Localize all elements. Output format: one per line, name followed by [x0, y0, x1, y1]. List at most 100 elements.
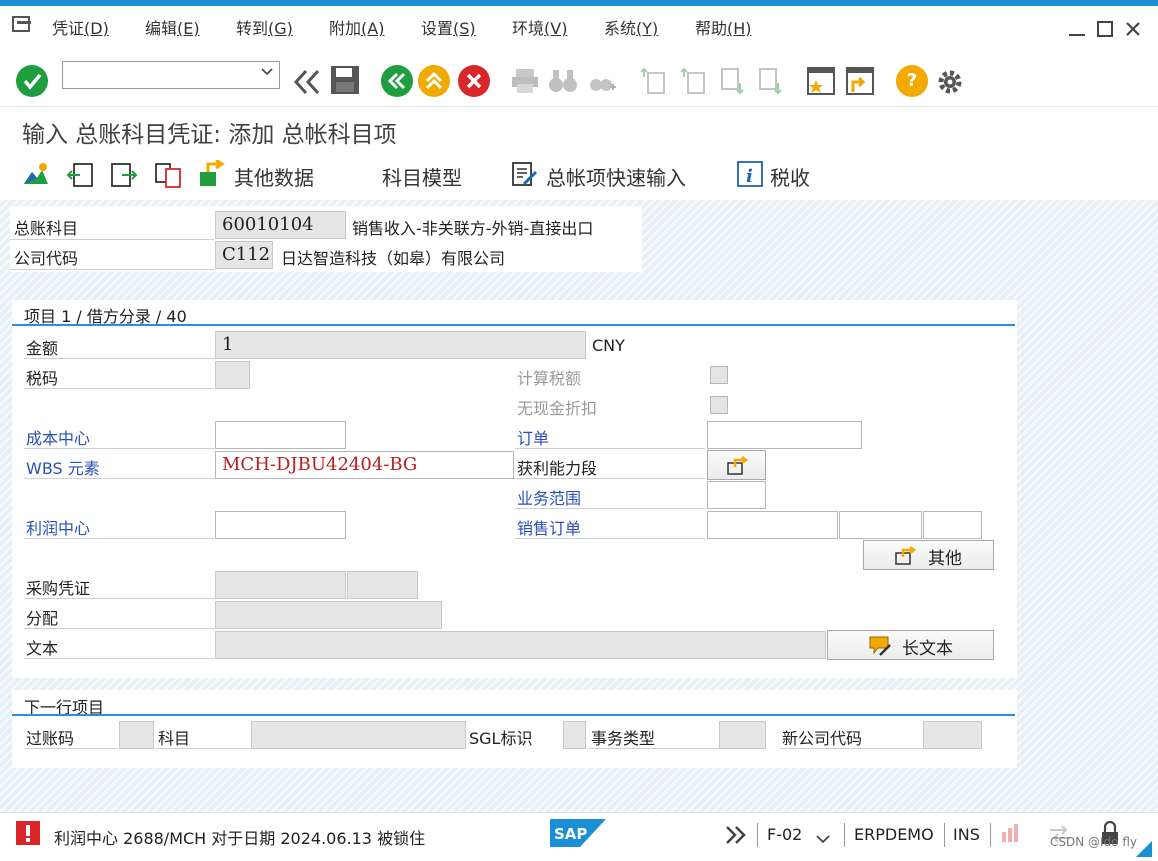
menu-environment[interactable]: 环境(V): [512, 15, 567, 39]
divider: [24, 388, 214, 389]
long-text-icon: [868, 635, 892, 662]
divider: [24, 478, 214, 479]
minimize-icon[interactable]: [1068, 20, 1086, 43]
purchase-doc-field: [215, 571, 346, 599]
profit-center-label[interactable]: 利润中心: [26, 515, 90, 539]
currency-label: CNY: [592, 336, 625, 355]
divider: [10, 239, 214, 240]
gl-account-description: 销售收入-非关联方-外销-直接出口: [352, 219, 594, 238]
wbs-element-label[interactable]: WBS 元素: [26, 455, 100, 479]
text-label: 文本: [26, 639, 59, 658]
previous-item-icon[interactable]: [66, 162, 94, 192]
divider: [24, 358, 214, 359]
sales-order-schedule-field[interactable]: [923, 511, 982, 539]
sales-order-field[interactable]: [707, 511, 838, 539]
menu-system[interactable]: 系统(Y): [604, 15, 658, 39]
menu-settings[interactable]: 设置(S): [421, 15, 476, 39]
amount-field[interactable]: 1: [215, 331, 586, 359]
purchase-doc-item-field: [347, 571, 418, 599]
profitability-segment-button[interactable]: [707, 450, 766, 480]
resize-grip-icon[interactable]: [1136, 841, 1152, 861]
transaction-code[interactable]: F-02: [767, 825, 802, 844]
cancel-icon[interactable]: [458, 65, 490, 97]
menu-help[interactable]: 帮助(H): [695, 15, 752, 39]
status-message[interactable]: 利润中心 2688/MCH 对于日期 2024.06.13 被锁住: [54, 825, 425, 849]
menu-goto[interactable]: 转到(G): [236, 15, 293, 39]
tax-button[interactable]: 税收: [770, 162, 810, 191]
find-binoculars-icon: [548, 67, 580, 99]
section-divider: [12, 714, 1015, 716]
exit-icon[interactable]: [418, 65, 450, 97]
save-icon[interactable]: [330, 65, 362, 97]
cost-center-label[interactable]: 成本中心: [26, 425, 90, 449]
gl-fast-entry-button[interactable]: 总帐项快速输入: [546, 162, 686, 191]
account-model-button[interactable]: 科目模型: [382, 162, 462, 191]
order-field[interactable]: [707, 421, 862, 449]
profitability-segment-label: 获利能力段: [517, 459, 598, 478]
last-page-icon: [756, 67, 788, 99]
system-toolbar: ?: [0, 52, 1158, 106]
close-window-icon[interactable]: [1124, 20, 1142, 43]
long-text-button[interactable]: 长文本: [827, 630, 994, 660]
back-icon[interactable]: [381, 65, 413, 97]
sales-order-label[interactable]: 销售订单: [517, 515, 581, 539]
wbs-element-field[interactable]: MCH-DJBU42404-BG: [215, 451, 514, 479]
command-field[interactable]: [62, 61, 280, 89]
display-change-icon[interactable]: [22, 162, 50, 192]
help-icon[interactable]: ?: [896, 65, 928, 97]
menu-icon[interactable]: [12, 14, 34, 38]
new-company-code-field[interactable]: [923, 721, 982, 749]
company-code-description: 日达智造科技（如皋）有限公司: [281, 249, 506, 268]
divider: [24, 598, 214, 599]
chevron-down-icon[interactable]: [261, 65, 273, 81]
company-code-field: C112: [215, 241, 273, 269]
sales-order-item-field[interactable]: [839, 511, 922, 539]
business-area-label[interactable]: 业务范围: [517, 485, 581, 509]
profit-center-field[interactable]: [215, 511, 346, 539]
goto-arrow-icon: [726, 455, 750, 480]
fast-entry-icon[interactable]: [510, 160, 538, 192]
expand-status-icon[interactable]: [724, 825, 748, 849]
collapse-left-icon[interactable]: [292, 67, 324, 99]
text-field[interactable]: [215, 631, 826, 659]
next-item-icon[interactable]: [110, 162, 138, 192]
gear-icon[interactable]: [934, 66, 966, 98]
divider: [757, 823, 758, 847]
account-field[interactable]: [251, 721, 466, 749]
generate-shortcut-icon[interactable]: [845, 66, 877, 98]
system-name: ERPDEMO: [854, 825, 934, 844]
posting-key-field[interactable]: [119, 721, 154, 749]
svg-text:i: i: [746, 166, 753, 187]
business-area-field[interactable]: [707, 481, 766, 509]
more-button[interactable]: 其他: [863, 540, 994, 570]
chevron-down-icon[interactable]: [816, 829, 830, 848]
sgl-indicator-label: SGL标识: [469, 729, 533, 748]
transaction-type-field[interactable]: [719, 721, 766, 749]
sgl-indicator-field[interactable]: [563, 721, 586, 749]
performance-icon: [1000, 822, 1020, 848]
other-data-button[interactable]: 其他数据: [234, 162, 314, 191]
create-session-icon[interactable]: [806, 66, 838, 98]
info-icon[interactable]: i: [736, 160, 764, 192]
order-label[interactable]: 订单: [517, 425, 549, 449]
divider: [515, 478, 705, 479]
other-data-icon[interactable]: [198, 158, 226, 192]
copy-item-icon[interactable]: [154, 162, 182, 192]
divider: [515, 448, 705, 449]
divider: [780, 748, 922, 749]
posting-key-label: 过账码: [26, 729, 75, 748]
cost-center-field[interactable]: [215, 421, 346, 449]
long-text-button-label: 长文本: [902, 639, 953, 659]
previous-page-icon: [680, 67, 712, 99]
enter-checkmark-icon[interactable]: [16, 65, 48, 97]
menu-edit[interactable]: 编辑(E): [145, 15, 200, 39]
company-code-label: 公司代码: [14, 249, 79, 268]
insert-mode[interactable]: INS: [953, 825, 980, 844]
divider: [24, 448, 214, 449]
divider: [24, 658, 214, 659]
first-page-icon: [640, 67, 672, 99]
maximize-icon[interactable]: [1096, 20, 1114, 43]
tax-code-field[interactable]: [215, 361, 250, 389]
menu-extras[interactable]: 附加(A): [329, 15, 384, 39]
menu-document[interactable]: 凭证(D): [52, 15, 109, 39]
